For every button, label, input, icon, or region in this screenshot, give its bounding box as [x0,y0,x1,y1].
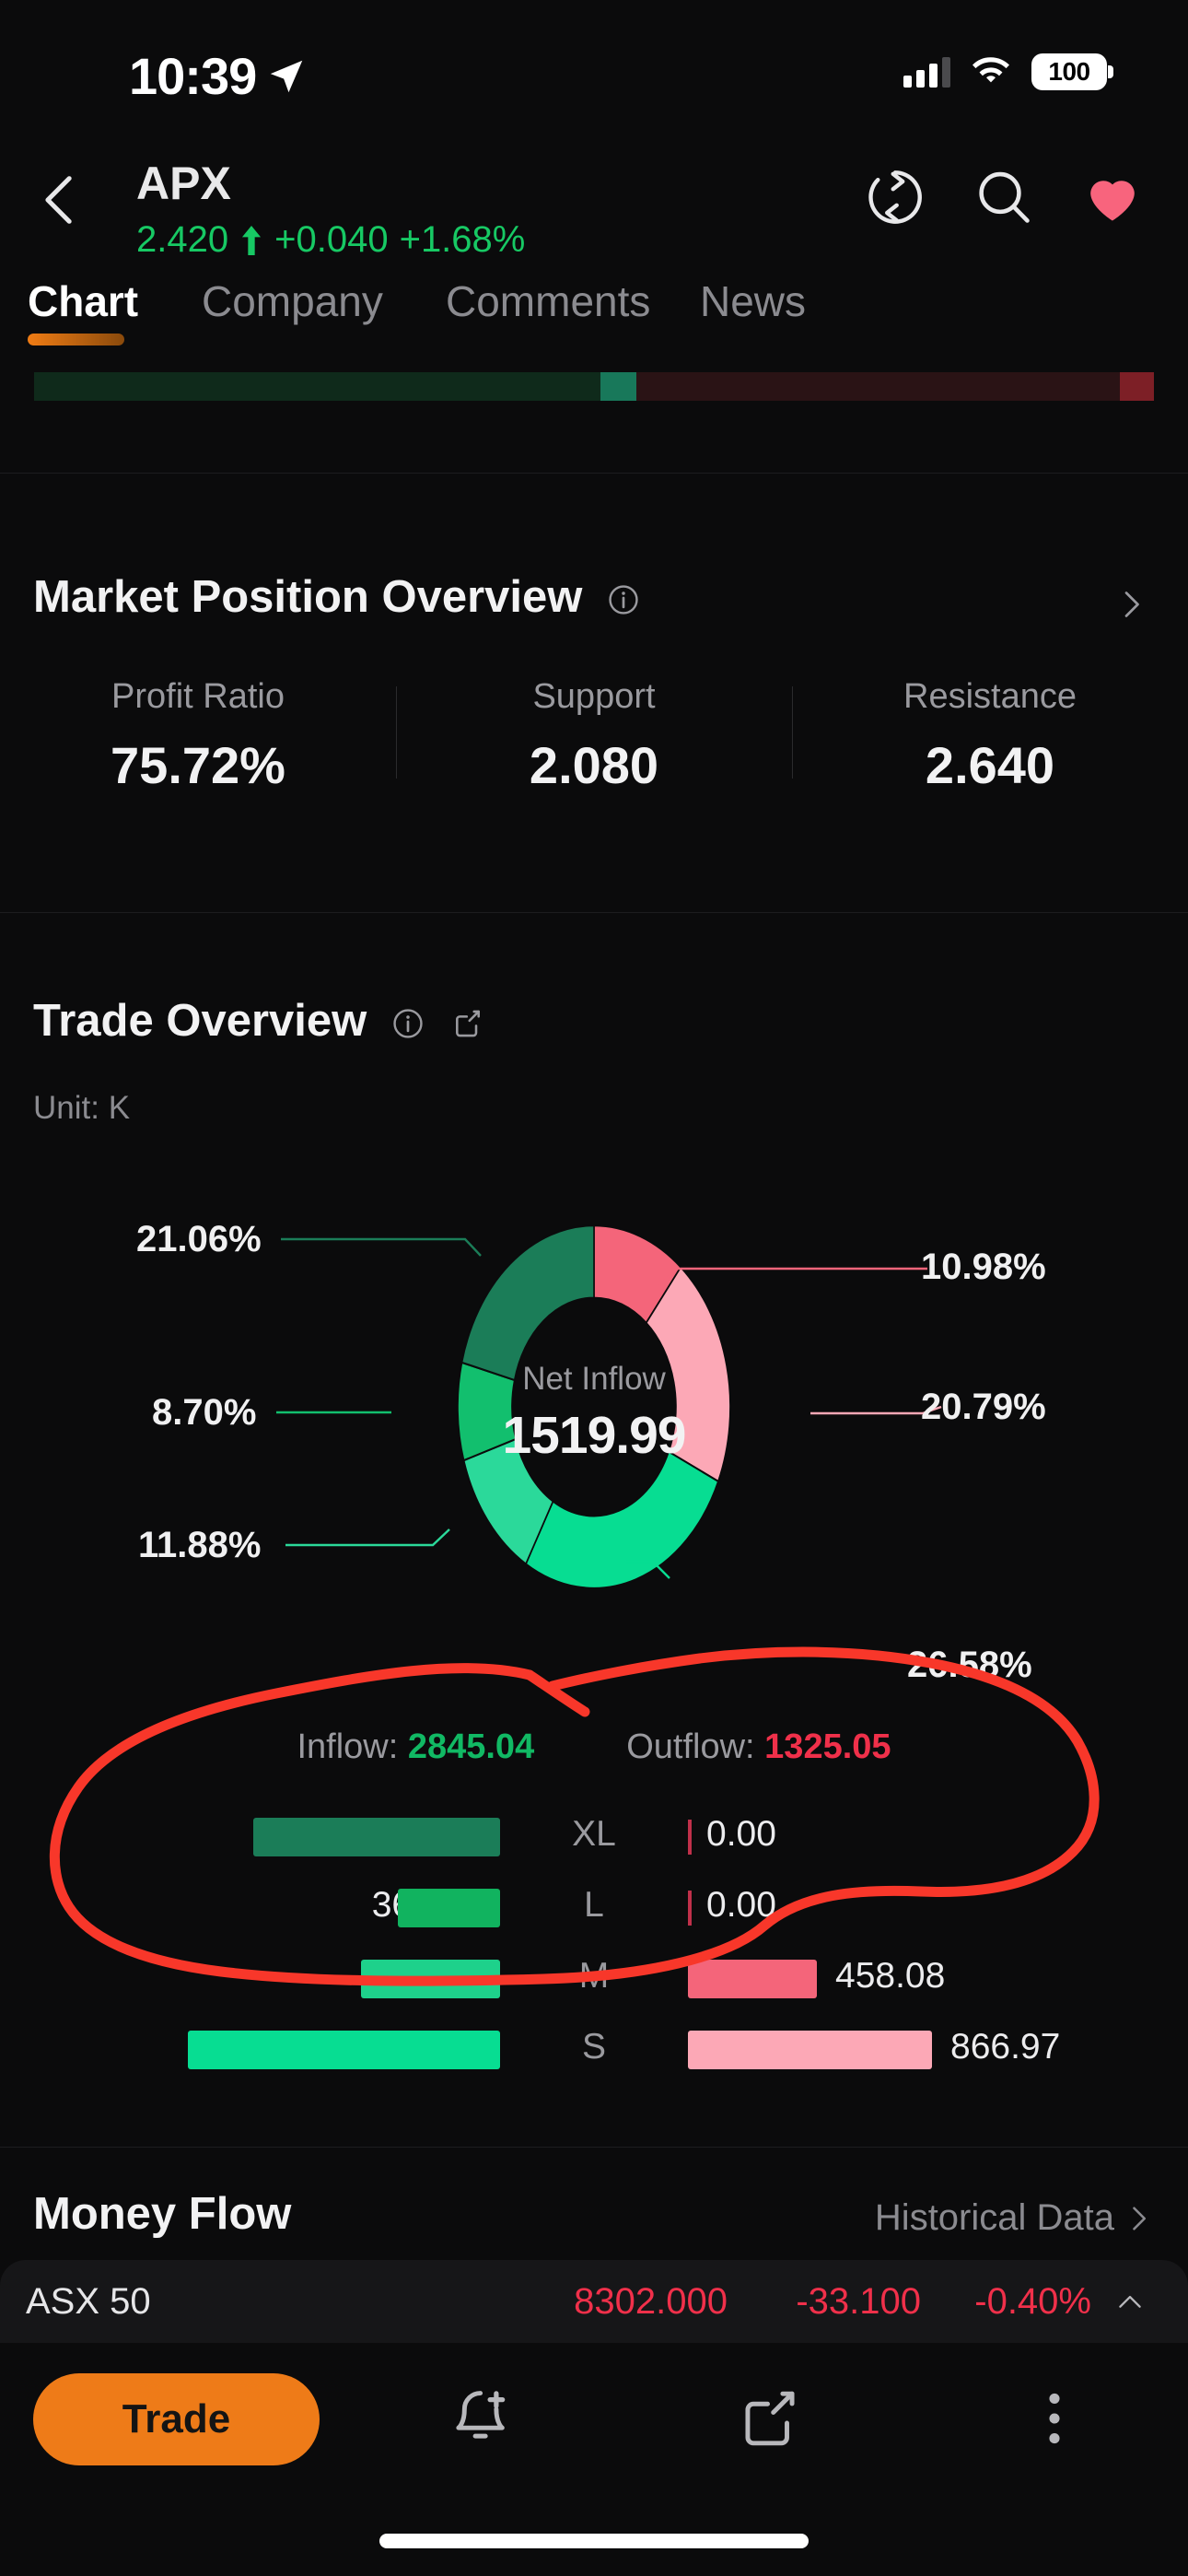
chevron-left-icon[interactable] [28,168,92,232]
bar-right-outflow [688,1960,817,1998]
ticker-price: 2.420 [136,219,229,260]
bar-row-s: 1108.47 S 866.97 [0,2014,1188,2085]
stat-label: Resistance [903,677,1077,716]
stat-support: Support 2.080 [396,677,792,806]
wifi-icon [973,57,1009,83]
info-circle-icon[interactable] [392,1008,424,1039]
bar-right-value: 458.08 [835,1956,946,1996]
historical-data-link[interactable]: Historical Data [875,2197,1114,2239]
tab-company[interactable]: Company [202,276,383,326]
ticker-quote: 2.420 +0.040 +1.68% [136,219,525,261]
bell-plus-icon[interactable] [446,2384,514,2453]
index-ticker-bar[interactable]: ASX 50 8302.000 -33.100 -0.40% [0,2260,1188,2343]
inflow-label: Inflow: [297,1727,399,1766]
index-change: -33.100 [796,2280,921,2322]
chevron-up-icon[interactable] [1114,2286,1146,2317]
leader-line-1188 [285,1528,450,1547]
app-screen: 10:39 100 APX 2.420 +0.040 +1.68% Chart … [0,0,1188,2576]
more-vertical-icon[interactable] [1020,2384,1089,2453]
app-header: APX 2.420 +0.040 +1.68% [0,138,1188,263]
bar-right-zero-tick [688,1820,692,1855]
market-position-chevron-icon[interactable] [1112,586,1149,623]
stat-label: Support [532,677,656,716]
trade-button[interactable]: Trade [33,2373,320,2465]
status-time: 10:39 [129,47,257,105]
leader-line-1098 [658,1267,927,1286]
trade-size-bars: 878.20 XL 0.00 362.80 L 0.00 495.57 M 45… [0,1801,1188,2085]
slice-inflow-xl [460,1224,595,1382]
ticker-change-pct: +1.68% [399,219,526,260]
pie-label-inflow-xl: 21.06% [136,1219,262,1259]
bar-right-value: 0.00 [706,1885,776,1925]
index-change-pct: -0.40% [974,2280,1091,2322]
stat-label: Profit Ratio [111,677,285,716]
arrow-up-icon [242,225,262,255]
market-position-title: Market Position Overview [33,571,639,623]
bar-size-label: XL [572,1814,616,1854]
bar-right-zero-tick [688,1891,692,1926]
status-bar: 10:39 100 [0,0,1188,138]
donut-center-value: 1519.99 [502,1406,686,1465]
trade-overview-title-text: Trade Overview [33,996,367,1046]
market-position-title-text: Market Position Overview [33,572,583,622]
bottom-nav: Trade [0,2343,1188,2576]
leader-line-2106 [281,1237,482,1257]
bar-row-l: 362.80 L 0.00 [0,1872,1188,1943]
inflow-value: 2845.04 [407,1727,535,1766]
price-chart-strip[interactable] [34,372,1154,401]
info-circle-icon[interactable] [608,584,639,615]
tab-comments[interactable]: Comments [446,276,650,326]
money-flow-chevron-icon[interactable] [1122,2202,1155,2235]
index-price: 8302.000 [574,2280,728,2322]
ticker-symbol: APX [136,158,231,209]
market-position-stats: Profit Ratio 75.72% Support 2.080 Resist… [0,677,1188,806]
money-flow-title: Money Flow [33,2189,292,2239]
stat-value: 75.72% [111,736,285,794]
home-indicator [379,2534,809,2548]
trade-overview-title: Trade Overview [33,995,484,1047]
bar-right-value: 0.00 [706,1814,776,1854]
bar-row-m: 495.57 M 458.08 [0,1943,1188,2014]
status-indicators: 100 [903,53,1113,90]
stat-profit-ratio: Profit Ratio 75.72% [0,677,396,806]
bar-row-xl: 878.20 XL 0.00 [0,1801,1188,1872]
bar-right-value: 866.97 [950,2027,1061,2067]
donut-center-label: Net Inflow [522,1361,666,1397]
tab-news[interactable]: News [700,276,806,326]
section-divider [0,2147,1188,2148]
battery-level: 100 [1048,57,1090,86]
search-icon[interactable] [973,166,1035,228]
share-icon[interactable] [451,1007,484,1040]
slice-inflow-s [524,1450,719,1589]
battery-indicator: 100 [1031,53,1113,90]
outflow-summary: Outflow: 1325.05 [626,1727,891,1767]
pie-label-inflow-m: 11.88% [138,1525,262,1565]
stat-resistance: Resistance 2.640 [792,677,1188,806]
stat-value: 2.080 [529,736,659,794]
stat-value: 2.640 [925,736,1055,794]
index-name: ASX 50 [26,2280,151,2322]
header-actions [864,166,1144,228]
section-divider [0,912,1188,913]
flow-summary: Inflow: 2845.04 Outflow: 1325.05 [0,1727,1188,1767]
outflow-value: 1325.05 [764,1727,891,1766]
tab-active-underline [28,334,124,345]
location-arrow-icon [270,60,303,93]
ticker-change: +0.040 [274,219,389,260]
refresh-icon[interactable] [864,166,926,228]
main-tabs: Chart Company Comments News [0,276,1188,364]
trade-overview-unit: Unit: K [33,1090,131,1126]
bar-size-label: L [584,1885,604,1925]
outflow-label: Outflow: [626,1727,755,1766]
heart-icon[interactable] [1081,166,1144,228]
bar-size-label: M [578,1956,610,1996]
section-divider [0,473,1188,474]
share-icon[interactable] [736,2384,804,2453]
cellular-signal-icon [903,56,950,88]
bar-right-outflow [688,2031,932,2069]
pie-label-outflow-m: 10.98% [921,1247,1046,1287]
tab-chart[interactable]: Chart [28,276,138,326]
pie-label-inflow-s: 26.58% [907,1645,1032,1685]
inflow-summary: Inflow: 2845.04 [297,1727,534,1767]
